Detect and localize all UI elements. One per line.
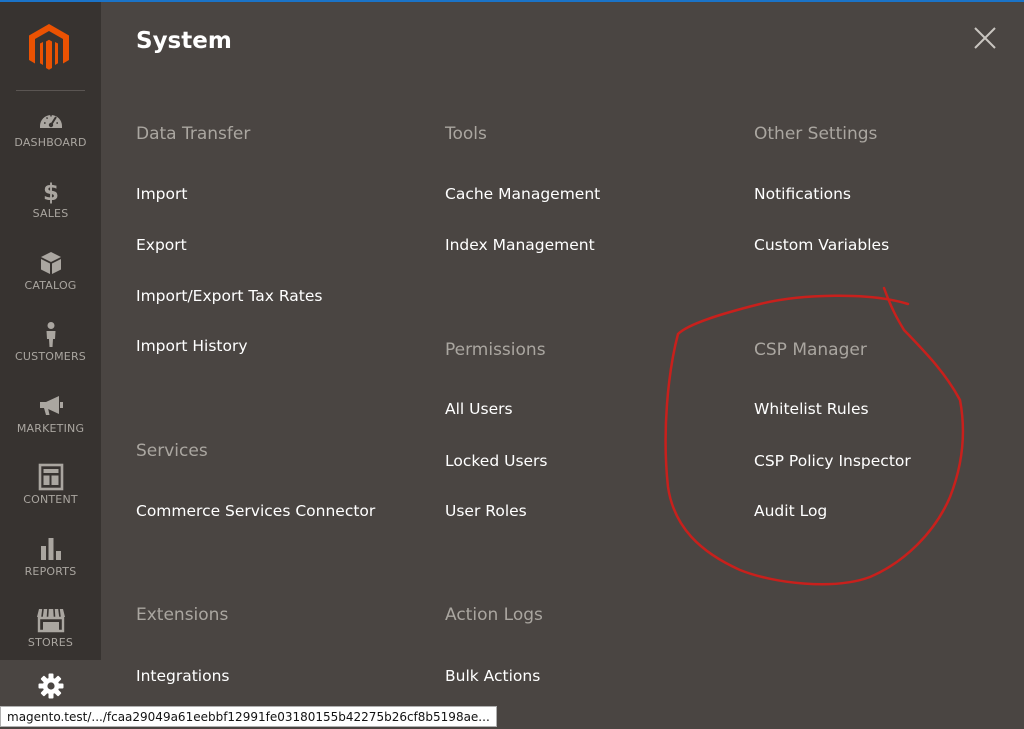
sidebar-item-label: REPORTS: [24, 565, 77, 578]
close-icon: [974, 27, 996, 49]
red-annotation-circle: [664, 286, 965, 586]
sidebar-item-content[interactable]: CONTENT: [0, 459, 101, 527]
link-import-history[interactable]: Import History: [136, 337, 248, 355]
dashboard-icon: [0, 106, 101, 136]
link-index-management[interactable]: Index Management: [445, 236, 595, 254]
storefront-icon: [0, 606, 101, 636]
logo-divider: [16, 90, 85, 91]
link-whitelist-rules[interactable]: Whitelist Rules: [754, 400, 869, 418]
svg-text:$: $: [42, 180, 58, 205]
link-locked-users[interactable]: Locked Users: [445, 452, 548, 470]
link-cache-management[interactable]: Cache Management: [445, 185, 600, 203]
browser-status-url: magento.test/.../fcaa29049a61eebbf12991f…: [0, 706, 497, 727]
link-user-roles[interactable]: User Roles: [445, 502, 527, 520]
admin-sidebar: DASHBOARD $ SALES CATALOG CUSTOMERS MARK…: [0, 2, 101, 729]
sidebar-item-label: MARKETING: [16, 422, 85, 435]
link-audit-log[interactable]: Audit Log: [754, 502, 827, 520]
link-custom-variables[interactable]: Custom Variables: [754, 236, 889, 254]
box-icon: [0, 249, 101, 279]
magento-logo[interactable]: [24, 22, 74, 74]
link-commerce-services-connector[interactable]: Commerce Services Connector: [136, 502, 375, 520]
window-top-border: [0, 0, 1024, 2]
sidebar-item-label: CUSTOMERS: [15, 350, 86, 363]
sidebar-item-label: STORES: [27, 636, 74, 649]
sidebar-item-label: CONTENT: [23, 493, 78, 506]
section-title-extensions: Extensions: [136, 605, 229, 625]
close-button[interactable]: [972, 25, 998, 51]
sidebar-item-catalog[interactable]: CATALOG: [0, 245, 101, 313]
section-title-permissions: Permissions: [445, 340, 546, 360]
link-all-users[interactable]: All Users: [445, 400, 513, 418]
sidebar-item-label: DASHBOARD: [14, 136, 87, 149]
sidebar-item-reports[interactable]: REPORTS: [0, 531, 101, 599]
link-csp-policy-inspector[interactable]: CSP Policy Inspector: [754, 452, 911, 470]
dollar-icon: $: [0, 177, 101, 207]
sidebar-item-customers[interactable]: CUSTOMERS: [0, 316, 101, 384]
sidebar-item-marketing[interactable]: MARKETING: [0, 388, 101, 456]
sidebar-item-sales[interactable]: $ SALES: [0, 173, 101, 241]
link-import[interactable]: Import: [136, 185, 187, 203]
gear-icon: [37, 672, 65, 700]
section-title-services: Services: [136, 441, 208, 461]
link-export[interactable]: Export: [136, 236, 187, 254]
section-title-data-transfer: Data Transfer: [136, 124, 251, 144]
page-title: System: [136, 28, 232, 54]
link-notifications[interactable]: Notifications: [754, 185, 851, 203]
section-title-action-logs: Action Logs: [445, 605, 543, 625]
sidebar-item-label: CATALOG: [24, 279, 77, 292]
bar-chart-icon: [0, 535, 101, 565]
layout-icon: [0, 463, 101, 493]
megaphone-icon: [0, 392, 101, 422]
section-title-other-settings: Other Settings: [754, 124, 878, 144]
person-icon: [0, 320, 101, 350]
link-bulk-actions[interactable]: Bulk Actions: [445, 667, 540, 685]
sidebar-item-label: SALES: [32, 207, 69, 220]
section-title-tools: Tools: [445, 124, 487, 144]
link-integrations[interactable]: Integrations: [136, 667, 229, 685]
link-import-export-tax-rates[interactable]: Import/Export Tax Rates: [136, 287, 322, 305]
sidebar-item-dashboard[interactable]: DASHBOARD: [0, 102, 101, 170]
section-title-csp-manager: CSP Manager: [754, 340, 867, 360]
